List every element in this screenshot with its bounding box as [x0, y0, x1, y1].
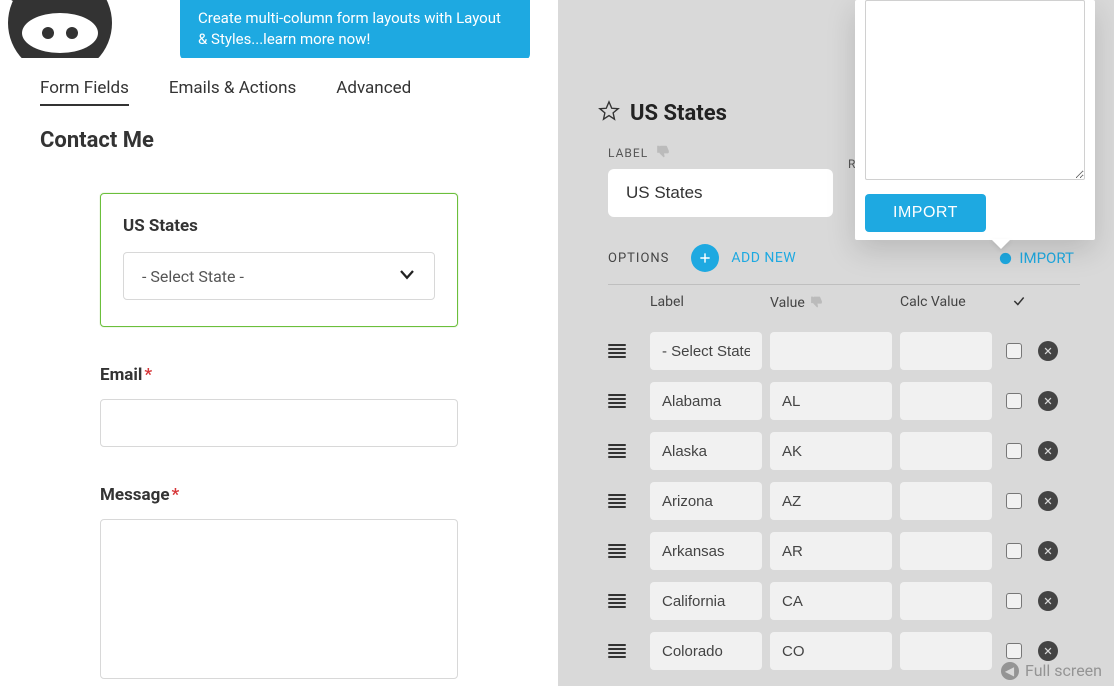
- option-value-input[interactable]: [770, 432, 892, 470]
- options-rows: [608, 326, 1080, 676]
- option-default-checkbox[interactable]: [1006, 593, 1022, 609]
- option-value-input[interactable]: [770, 632, 892, 670]
- message-textarea[interactable]: [100, 519, 458, 679]
- popup-arrow-icon: [991, 239, 1011, 249]
- option-calc-input[interactable]: [900, 332, 992, 370]
- options-head-value: Value: [770, 295, 805, 311]
- thumbs-down-icon[interactable]: [810, 295, 823, 312]
- app-logo: [0, 0, 120, 65]
- drag-handle-icon[interactable]: [608, 442, 650, 460]
- option-row: [608, 376, 1080, 426]
- option-calc-input[interactable]: [900, 432, 992, 470]
- thumbs-down-icon[interactable]: [656, 144, 670, 161]
- tab-form-fields[interactable]: Form Fields: [40, 78, 129, 106]
- option-label-input[interactable]: [650, 332, 762, 370]
- field-message-block[interactable]: Message*: [100, 485, 458, 683]
- options-head-label: Label: [650, 294, 770, 312]
- add-new-link[interactable]: ADD NEW: [731, 250, 796, 266]
- options-header-row: Label Value Calc Value: [608, 294, 1080, 312]
- drag-handle-icon[interactable]: [608, 342, 650, 360]
- drag-handle-icon[interactable]: [608, 592, 650, 610]
- option-calc-input[interactable]: [900, 382, 992, 420]
- drag-handle-icon[interactable]: [608, 642, 650, 660]
- option-default-checkbox[interactable]: [1006, 643, 1022, 659]
- option-default-checkbox[interactable]: [1006, 343, 1022, 359]
- option-delete-button[interactable]: [1038, 491, 1058, 511]
- options-caption: OPTIONS: [608, 251, 669, 266]
- options-head-default: [1005, 294, 1033, 312]
- option-value-input[interactable]: [770, 482, 892, 520]
- drag-handle-icon[interactable]: [608, 392, 650, 410]
- option-default-checkbox[interactable]: [1006, 393, 1022, 409]
- option-label-input[interactable]: [650, 532, 762, 570]
- option-label-input[interactable]: [650, 382, 762, 420]
- options-bar: OPTIONS ADD NEW IMPORT: [608, 244, 1080, 285]
- option-default-checkbox[interactable]: [1006, 443, 1022, 459]
- option-row: [608, 426, 1080, 476]
- builder-tabs: Form Fields Emails & Actions Advanced: [40, 78, 518, 106]
- required-mark: *: [172, 485, 180, 505]
- option-label-input[interactable]: [650, 582, 762, 620]
- option-delete-button[interactable]: [1038, 341, 1058, 361]
- add-option-button[interactable]: [691, 244, 719, 272]
- required-mark: *: [144, 365, 152, 385]
- import-textarea[interactable]: [865, 0, 1085, 180]
- form-builder-panel: Form Fields Emails & Actions Advanced Co…: [0, 58, 558, 686]
- arrow-left-icon: ◀: [1001, 662, 1019, 680]
- field-email-block[interactable]: Email*: [100, 365, 458, 447]
- promo-banner[interactable]: Create multi-column form layouts with La…: [180, 0, 530, 60]
- import-button[interactable]: IMPORT: [865, 194, 986, 232]
- options-head-calc: Calc Value: [900, 294, 1005, 312]
- option-value-input[interactable]: [770, 532, 892, 570]
- star-icon[interactable]: [598, 100, 620, 126]
- option-delete-button[interactable]: [1038, 391, 1058, 411]
- option-delete-button[interactable]: [1038, 441, 1058, 461]
- option-value-input[interactable]: [770, 582, 892, 620]
- drag-handle-icon[interactable]: [608, 542, 650, 560]
- message-label: Message*: [100, 485, 458, 505]
- chevron-down-icon: [398, 265, 416, 287]
- label-input[interactable]: [608, 169, 833, 217]
- import-popup: IMPORT: [855, 0, 1095, 240]
- settings-title: US States: [630, 101, 727, 126]
- option-value-input[interactable]: [770, 332, 892, 370]
- option-row: [608, 326, 1080, 376]
- option-label-input[interactable]: [650, 632, 762, 670]
- import-link[interactable]: IMPORT: [998, 249, 1074, 267]
- label-caption: LABEL: [608, 146, 648, 160]
- option-default-checkbox[interactable]: [1006, 493, 1022, 509]
- option-default-checkbox[interactable]: [1006, 543, 1022, 559]
- field-us-states-card[interactable]: US States - Select State -: [100, 193, 458, 327]
- option-row: [608, 526, 1080, 576]
- option-label-input[interactable]: [650, 482, 762, 520]
- us-states-select[interactable]: - Select State -: [123, 252, 435, 300]
- drag-handle-icon[interactable]: [608, 492, 650, 510]
- email-input[interactable]: [100, 399, 458, 447]
- option-row: [608, 576, 1080, 626]
- form-title: Contact Me: [40, 128, 518, 153]
- fullscreen-toggle[interactable]: ◀ Full screen: [1001, 661, 1102, 680]
- email-label: Email*: [100, 365, 458, 385]
- option-row: [608, 476, 1080, 526]
- option-calc-input[interactable]: [900, 632, 992, 670]
- tab-emails-actions[interactable]: Emails & Actions: [169, 78, 296, 106]
- option-label-input[interactable]: [650, 432, 762, 470]
- option-delete-button[interactable]: [1038, 541, 1058, 561]
- option-delete-button[interactable]: [1038, 641, 1058, 661]
- option-calc-input[interactable]: [900, 582, 992, 620]
- option-calc-input[interactable]: [900, 482, 992, 520]
- option-calc-input[interactable]: [900, 532, 992, 570]
- tab-advanced[interactable]: Advanced: [336, 78, 411, 106]
- option-delete-button[interactable]: [1038, 591, 1058, 611]
- field-us-states-label: US States: [123, 216, 435, 236]
- option-value-input[interactable]: [770, 382, 892, 420]
- us-states-select-placeholder: - Select State -: [142, 267, 244, 286]
